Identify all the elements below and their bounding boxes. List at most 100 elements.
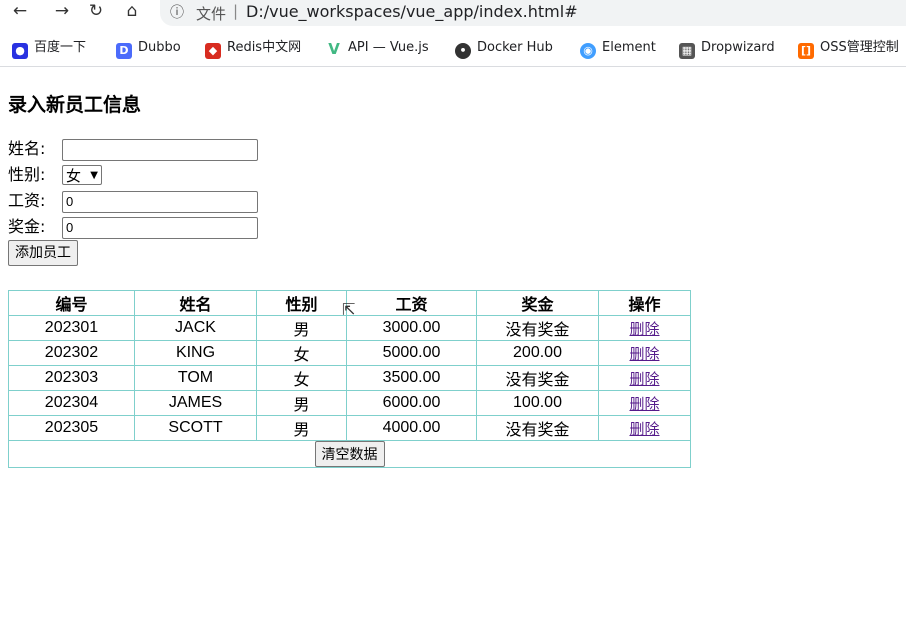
cell-id: 202301 [8,315,135,341]
cell-bonus: 没有奖金 [476,415,599,441]
bookmark-docker[interactable]: • Docker Hub [455,36,553,60]
table-row: 202302 KING 女 5000.00 200.00 删除 [8,340,691,366]
cell-id: 202304 [8,390,135,416]
header-id: 编号 [8,290,135,316]
delete-link[interactable]: 删除 [629,371,659,388]
cell-gender: 女 [256,365,347,391]
url-scheme: 文件 [196,5,227,23]
bookmark-label: Element [602,40,656,55]
cell-action: 删除 [598,415,691,441]
cell-gender: 女 [256,340,347,366]
cell-action: 删除 [598,365,691,391]
cell-bonus: 没有奖金 [476,315,599,341]
cell-name: SCOTT [134,415,257,441]
browser-toolbar: ← → ↻ ⌂ ⓘ 文件 | D:/vue_workspaces/vue_app… [0,0,906,34]
salary-input[interactable]: 0 [62,191,258,213]
delete-link[interactable]: 删除 [629,421,659,438]
bookmark-vue[interactable]: V API — Vue.js [326,36,429,60]
bookmark-dropwizard[interactable]: ▦ Dropwizard [679,36,775,60]
delete-link[interactable]: 删除 [629,346,659,363]
name-input[interactable] [62,139,258,161]
gender-row: 性别: 女 ▼ [8,162,898,188]
header-action: 操作 [598,290,691,316]
cell-name: KING [134,340,257,366]
table-row: 202301 JACK 男 3000.00 没有奖金 删除 [8,315,691,341]
cell-salary: 5000.00 [346,340,477,366]
header-gender: 性别 [256,290,347,316]
delete-link[interactable]: 删除 [629,396,659,413]
bookmark-label: Dropwizard [701,40,775,55]
cell-salary: 4000.00 [346,415,477,441]
browser-chrome: ← → ↻ ⌂ ⓘ 文件 | D:/vue_workspaces/vue_app… [0,0,906,68]
mouse-cursor-icon: ⇱ [342,300,356,319]
cell-id: 202302 [8,340,135,366]
address-bar[interactable]: ⓘ 文件 | D:/vue_workspaces/vue_app/index.h… [160,0,906,26]
cell-action: 删除 [598,315,691,341]
home-icon[interactable]: ⌂ [120,0,144,24]
oss-icon: [] [798,43,814,59]
clear-data-button[interactable]: 清空数据 [314,441,385,467]
bookmark-oss[interactable]: [] OSS管理控制 [798,36,899,60]
cell-id: 202303 [8,365,135,391]
bonus-label: 奖金: [8,217,46,236]
bookmark-baidu[interactable]: ● 百度一下 [12,36,86,60]
cell-bonus: 100.00 [476,390,599,416]
dropwizard-icon: ▦ [679,43,695,59]
add-button-row: 添加员工 [8,240,898,270]
table-row: 202305 SCOTT 男 4000.00 没有奖金 删除 [8,415,691,441]
name-label: 姓名: [8,139,46,158]
bookmark-dubbo[interactable]: D Dubbo [116,36,181,60]
reload-icon[interactable]: ↻ [84,0,108,24]
table-row: 202304 JAMES 男 6000.00 100.00 删除 [8,390,691,416]
salary-label: 工资: [8,191,46,210]
cell-gender: 男 [256,390,347,416]
bookmark-label: Redis中文网 [227,40,302,55]
bookmark-label: Docker Hub [477,40,553,55]
chrome-divider [0,66,906,67]
salary-row: 工资: 0 [8,188,898,214]
page-title: 录入新员工信息 [8,94,142,116]
cell-name: JACK [134,315,257,341]
info-icon[interactable]: ⓘ [170,2,184,22]
back-icon[interactable]: ← [8,0,32,24]
name-row: 姓名: [8,136,898,162]
bookmark-element[interactable]: ◉ Element [580,36,656,60]
clear-row: 清空数据 [8,440,691,468]
chevron-down-icon: ▼ [90,170,98,181]
docker-icon: • [455,43,471,59]
cell-gender: 男 [256,315,347,341]
cell-id: 202305 [8,415,135,441]
dubbo-icon: D [116,43,132,59]
gender-select[interactable]: 女 ▼ [62,165,102,185]
bookmark-label: OSS管理控制 [820,40,899,55]
cell-salary: 3500.00 [346,365,477,391]
cell-gender: 男 [256,415,347,441]
baidu-icon: ● [12,43,28,59]
url-text[interactable]: D:/vue_workspaces/vue_app/index.html# [246,2,578,21]
redis-icon: ◆ [205,43,221,59]
cell-salary: 6000.00 [346,390,477,416]
cell-name: TOM [134,365,257,391]
forward-icon[interactable]: → [50,0,74,24]
header-salary: 工资 [346,290,477,316]
bookmark-label: Dubbo [138,40,181,55]
clear-cell: 清空数据 [8,440,691,468]
cell-bonus: 200.00 [476,340,599,366]
element-icon: ◉ [580,43,596,59]
page-content: 录入新员工信息 姓名: 性别: 女 ▼ 工资: 0 奖金: 0 添加员工 编号 … [8,82,898,468]
header-bonus: 奖金 [476,290,599,316]
cell-action: 删除 [598,390,691,416]
header-name: 姓名 [134,290,257,316]
bonus-row: 奖金: 0 [8,214,898,240]
gender-select-value: 女 [66,167,82,185]
cell-action: 删除 [598,340,691,366]
bookmark-redis[interactable]: ◆ Redis中文网 [205,36,301,60]
cell-bonus: 没有奖金 [476,365,599,391]
add-employee-button[interactable]: 添加员工 [8,240,78,266]
delete-link[interactable]: 删除 [629,321,659,338]
bonus-input[interactable]: 0 [62,217,258,239]
table-row: 202303 TOM 女 3500.00 没有奖金 删除 [8,365,691,391]
bookmarks-bar: ● 百度一下 D Dubbo ◆ Redis中文网 V API — Vue.js • Do… [0,36,906,62]
url-separator: | [233,2,239,20]
cell-salary: 3000.00 [346,315,477,341]
